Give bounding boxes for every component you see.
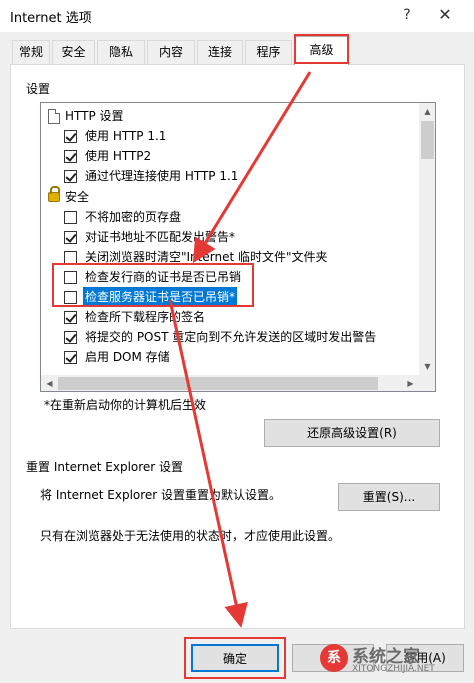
- setting-label: 使用 HTTP2: [85, 149, 152, 163]
- group-label: 安全: [65, 190, 90, 204]
- setting-label: 启用 DOM 存储: [85, 350, 170, 364]
- checkbox[interactable]: [64, 231, 77, 244]
- group-label: HTTP 设置: [65, 109, 124, 123]
- checkbox[interactable]: [64, 311, 77, 324]
- checkbox[interactable]: [64, 150, 77, 163]
- settings-tree[interactable]: HTTP 设置 使用 HTTP 1.1 使用 HTTP2 通过代理连接使用 HT…: [40, 102, 436, 392]
- scroll-left-icon[interactable]: ◀: [41, 375, 58, 391]
- watermark: 系 系统之家 XITONGZHIJIA.NET: [318, 636, 474, 682]
- setting-label: 检查所下载程序的签名: [85, 310, 206, 324]
- tab-content[interactable]: 内容: [147, 40, 195, 64]
- scroll-up-icon[interactable]: ▲: [419, 103, 435, 120]
- tab-programs[interactable]: 程序: [245, 40, 292, 64]
- checkbox[interactable]: [64, 351, 77, 364]
- checkbox[interactable]: [64, 170, 77, 183]
- reset-description: 将 Internet Explorer 设置重置为默认设置。: [40, 488, 282, 502]
- checkbox[interactable]: [64, 331, 77, 344]
- window-title: Internet 选项: [10, 11, 92, 26]
- checkbox[interactable]: [64, 211, 77, 224]
- setting-label: 通过代理连接使用 HTTP 1.1: [85, 169, 239, 183]
- watermark-url: XITONGZHIJIA.NET: [352, 664, 435, 674]
- annotation-box-ok: [184, 637, 286, 679]
- restart-note: *在重新启动你的计算机后生效: [44, 398, 207, 412]
- tab-connections[interactable]: 连接: [197, 40, 243, 64]
- scroll-corner: [419, 375, 435, 391]
- watermark-logo: 系: [320, 644, 348, 672]
- scroll-thumb[interactable]: [421, 121, 434, 159]
- help-button[interactable]: ?: [396, 4, 418, 26]
- scroll-thumb[interactable]: [58, 377, 378, 390]
- reset-section-title: 重置 Internet Explorer 设置: [26, 460, 184, 474]
- title-bar: Internet 选项 ? ✕: [0, 0, 474, 32]
- scroll-down-icon[interactable]: ▼: [419, 358, 435, 375]
- setting-label: 将提交的 POST 重定向到不允许发送的区域时发出警告: [85, 330, 377, 344]
- vertical-scrollbar[interactable]: ▲ ▼: [419, 103, 435, 375]
- close-button[interactable]: ✕: [432, 4, 458, 26]
- document-icon: [48, 109, 60, 124]
- scroll-right-icon[interactable]: ▶: [402, 375, 419, 391]
- checkbox[interactable]: [64, 130, 77, 143]
- annotation-box-tab: [294, 34, 349, 64]
- tab-general[interactable]: 常规: [12, 40, 50, 64]
- lock-icon: [48, 186, 60, 202]
- reset-note: 只有在浏览器处于无法使用的状态时，才应使用此设置。: [40, 529, 341, 543]
- horizontal-scrollbar[interactable]: ◀ ▶: [41, 375, 419, 391]
- settings-label: 设置: [26, 82, 51, 96]
- tab-security[interactable]: 安全: [52, 40, 95, 64]
- tab-privacy[interactable]: 隐私: [97, 40, 145, 64]
- annotation-box-settings: [52, 263, 254, 307]
- setting-label: 使用 HTTP 1.1: [85, 129, 167, 143]
- setting-label: 不将加密的页存盘: [85, 210, 182, 224]
- reset-button[interactable]: 重置(S)...: [338, 483, 440, 511]
- restore-advanced-button[interactable]: 还原高级设置(R): [264, 419, 440, 447]
- setting-label: 对证书地址不匹配发出警告*: [85, 230, 236, 244]
